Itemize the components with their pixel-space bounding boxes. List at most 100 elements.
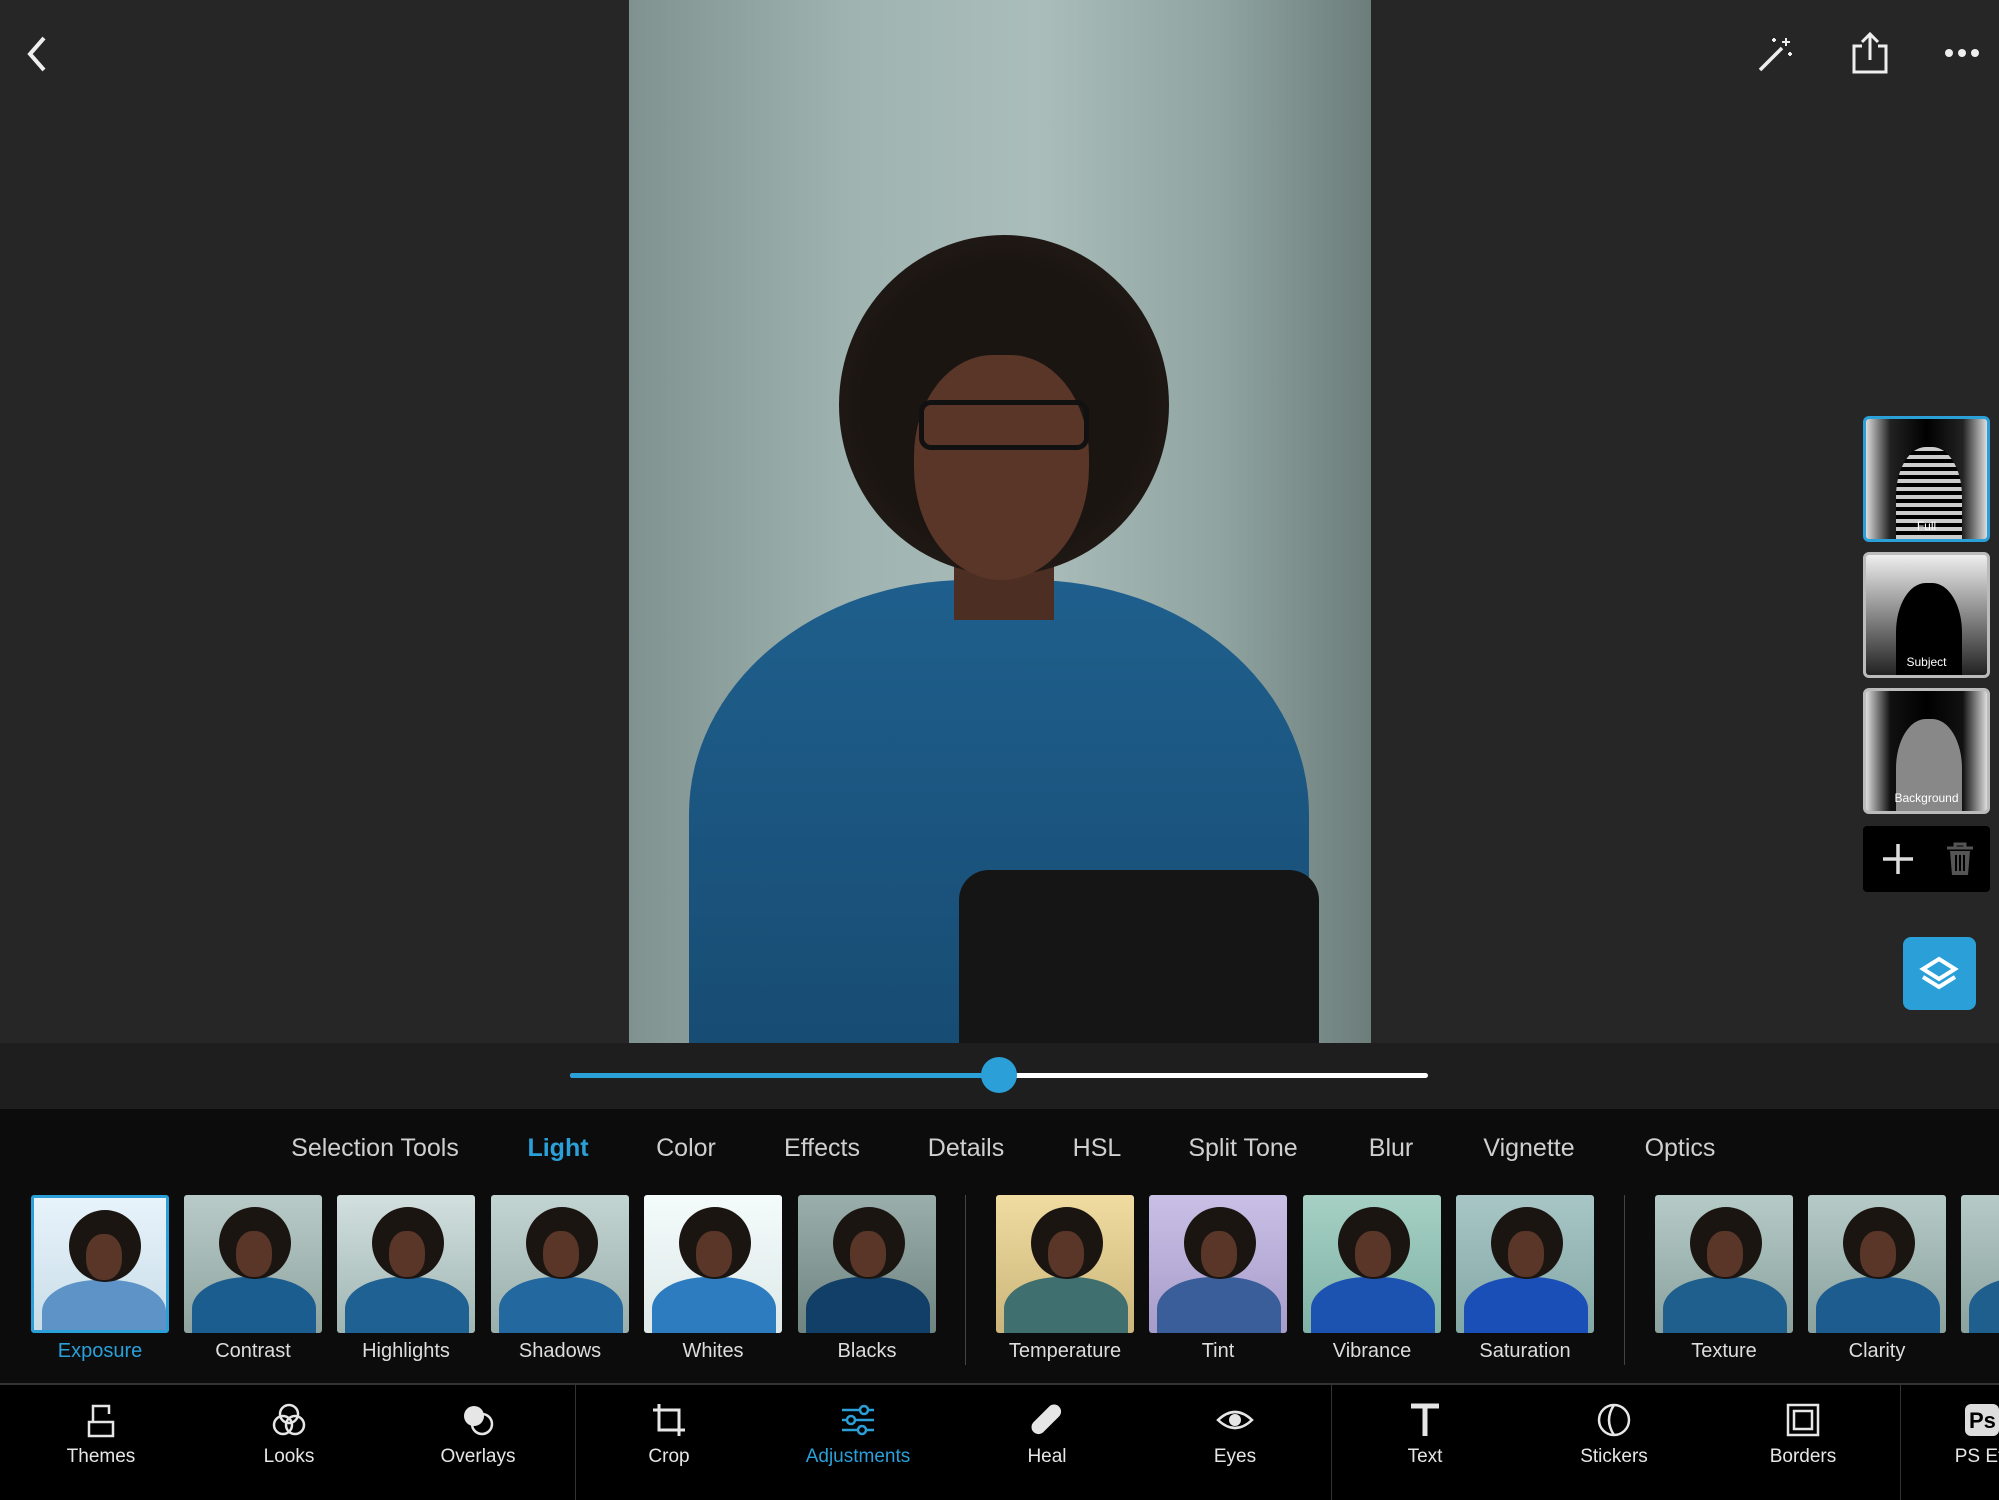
adjustment-label: Saturation [1479,1340,1571,1362]
mask-full[interactable]: Full [1863,416,1990,542]
toolbar-label: Looks [263,1446,315,1467]
layers-button[interactable] [1903,937,1976,1010]
thumb-body [1004,1277,1128,1333]
photo-canvas[interactable] [629,0,1371,1043]
tab-selection-tools[interactable]: Selection Tools [291,1134,459,1163]
toolbar-overlays[interactable]: Overlays [413,1400,543,1468]
toolbar-stickers[interactable]: Stickers [1549,1400,1679,1468]
adjustment-clarity[interactable] [1808,1195,1946,1333]
toolbar-adjustments[interactable]: Adjustments [793,1400,923,1468]
adjustment-highlights[interactable] [337,1195,475,1333]
tab-light[interactable]: Light [527,1134,588,1163]
thumb-face [86,1234,122,1280]
adjustment-label: Clarity [1848,1340,1906,1362]
magic-wand-icon [1758,38,1792,72]
tab-details[interactable]: Details [928,1134,1004,1163]
adjustment-label: Whites [682,1340,744,1362]
adjustment-blacks[interactable] [798,1195,936,1333]
mask-label: Background [1894,791,1959,805]
text-icon [1411,1403,1439,1436]
toolbar-themes[interactable]: Themes [36,1400,166,1468]
thumb-face [389,1231,425,1277]
adjustment-label: Temperature [1008,1340,1122,1362]
slider-thumb[interactable] [981,1057,1017,1093]
adjustment-tint[interactable] [1149,1195,1287,1333]
photo-glasses [919,400,1089,450]
toolbar-label: Heal [1027,1446,1067,1467]
chevron-left-icon [27,36,46,72]
auto-enhance-button[interactable] [1756,34,1796,74]
toolbar-label: PS Ef [1954,1446,1999,1467]
thumb-body [1464,1277,1588,1333]
thumb-face [1201,1231,1237,1277]
thumb-face [696,1231,732,1277]
mask-background[interactable]: Background [1863,688,1990,814]
adjustment-saturation[interactable] [1456,1195,1594,1333]
thumb-face [1860,1231,1896,1277]
share-button[interactable] [1850,30,1890,74]
crop-icon [653,1404,685,1436]
thumb-body [1816,1277,1940,1333]
toolbar-heal[interactable]: Heal [982,1400,1112,1468]
share-icon [1852,31,1888,74]
adjustment-label: Shadows [518,1340,602,1362]
tab-optics[interactable]: Optics [1645,1134,1716,1163]
toolbar-label: Eyes [1213,1446,1257,1467]
overlays-icon [464,1406,494,1436]
divider [1624,1195,1625,1365]
layers-icon [1919,956,1959,990]
adjustment-contrast[interactable] [184,1195,322,1333]
photo-chair [959,870,1319,1043]
bandage-icon [1031,1404,1062,1435]
toolbar-crop[interactable]: Crop [604,1400,734,1468]
tab-blur[interactable]: Blur [1369,1134,1413,1163]
sticker-icon [1597,1403,1631,1437]
thumb-body [652,1277,776,1333]
toolbar-label: Stickers [1580,1446,1648,1467]
adjustment-label: Tint [1201,1340,1235,1362]
more-button[interactable] [1944,46,1980,60]
adjustment-label: Contrast [215,1340,291,1362]
thumb-body [806,1277,930,1333]
adjustment-whites[interactable] [644,1195,782,1333]
adjustment-shadows[interactable] [491,1195,629,1333]
mask-actions [1863,826,1990,892]
adjustment-exposure[interactable] [31,1195,169,1333]
toolbar-label: Borders [1769,1446,1837,1467]
mask-label: Subject [1906,655,1947,669]
slider-fill [570,1073,999,1078]
divider [1900,1385,1901,1500]
thumb-face [543,1231,579,1277]
thumb-face [850,1231,886,1277]
mask-subject[interactable]: Subject [1863,552,1990,678]
tab-effects[interactable]: Effects [784,1134,860,1163]
adjustment-temperature[interactable] [996,1195,1134,1333]
toolbar-label: Overlays [440,1446,516,1467]
tab-hsl[interactable]: HSL [1073,1134,1122,1163]
adjustment-label: Texture [1691,1340,1757,1362]
toolbar-borders[interactable]: Borders [1738,1400,1868,1468]
plus-icon[interactable] [1881,842,1915,876]
toolbar-looks[interactable]: Looks [224,1400,354,1468]
adjustment-vibrance[interactable] [1303,1195,1441,1333]
adjustment-next-partial[interactable] [1961,1195,1999,1333]
thumb-face [1355,1231,1391,1277]
tab-color[interactable]: Color [656,1134,716,1163]
thumb-face [1048,1231,1084,1277]
toolbar-text[interactable]: Text [1360,1400,1490,1468]
tab-vignette[interactable]: Vignette [1483,1134,1574,1163]
divider [575,1385,576,1500]
thumb-body [499,1277,623,1333]
adjustment-texture[interactable] [1655,1195,1793,1333]
photo-face [914,355,1089,580]
trash-icon[interactable] [1945,841,1975,877]
themes-icon [87,1404,115,1438]
toolbar-label: Adjustments [805,1446,911,1467]
mask-label: Full [1916,519,1937,533]
eye-icon [1216,1410,1254,1430]
toolbar-ps-ef[interactable]: Ps PS Ef [1914,1400,1999,1468]
tab-split-tone[interactable]: Split Tone [1188,1134,1297,1163]
toolbar-eyes[interactable]: Eyes [1170,1400,1300,1468]
thumb-body [1663,1277,1787,1333]
back-button[interactable] [22,34,54,74]
